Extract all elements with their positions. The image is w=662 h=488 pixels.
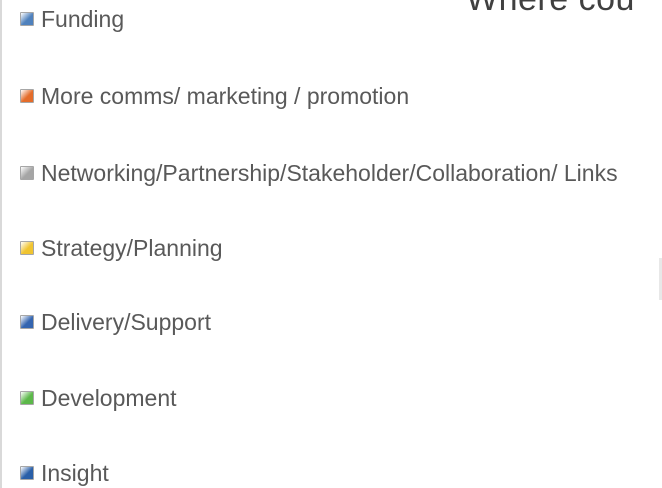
legend-swatch [20, 89, 34, 103]
legend-label: More comms/ marketing / promotion [41, 83, 410, 109]
legend-swatch [20, 241, 34, 255]
legend-label: Networking/Partnership/Stakeholder/Colla… [41, 160, 618, 186]
legend-label: Development [41, 385, 177, 411]
legend-item-comms: More comms/ marketing / promotion [20, 83, 660, 110]
chart-legend: Funding More comms/ marketing / promotio… [0, 0, 662, 488]
legend-item-insight: Insight [20, 460, 660, 487]
legend-item-networking: Networking/Partnership/Stakeholder/Colla… [20, 160, 660, 187]
legend-swatch [20, 12, 34, 26]
legend-label: Funding [41, 6, 125, 32]
legend-item-development: Development [20, 385, 660, 412]
legend-label: Insight [41, 460, 109, 486]
legend-item-funding: Funding [20, 6, 660, 33]
legend-swatch [20, 166, 34, 180]
legend-item-strategy: Strategy/Planning [20, 235, 660, 262]
legend-swatch [20, 315, 34, 329]
legend-item-delivery: Delivery/Support [20, 309, 660, 336]
legend-swatch [20, 466, 34, 480]
legend-swatch [20, 391, 34, 405]
legend-label: Strategy/Planning [41, 235, 223, 261]
legend-label: Delivery/Support [41, 309, 212, 335]
